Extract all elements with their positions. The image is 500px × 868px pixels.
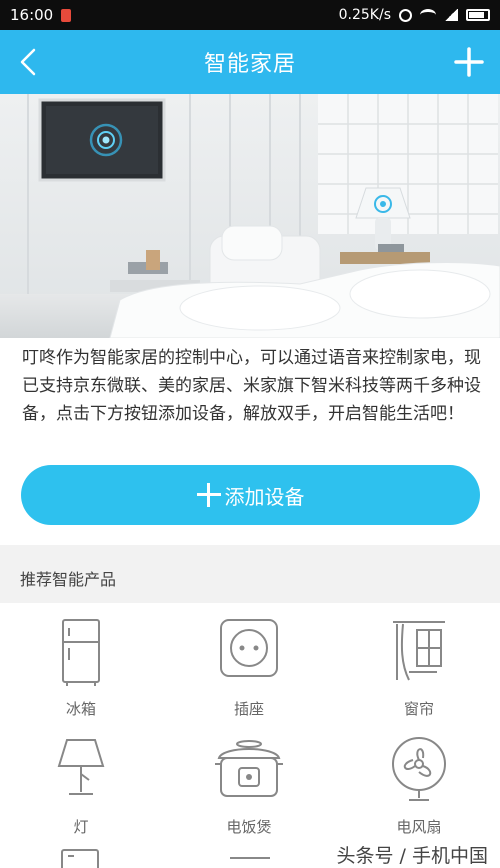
product-rice-cooker[interactable]: 电饭煲: [184, 734, 314, 844]
chevron-left-icon: [20, 48, 36, 76]
curtain-icon: [393, 621, 445, 681]
battery-icon: [466, 9, 490, 21]
add-device-label: 添加设备: [224, 484, 305, 509]
product-refrigerator[interactable]: 冰箱: [16, 616, 146, 726]
back-button[interactable]: [10, 42, 50, 82]
fan-icon: [392, 737, 446, 801]
product-label: 电风扇: [396, 818, 442, 836]
status-right: 0.25K/s: [339, 7, 490, 23]
add-device-button[interactable]: 添加设备: [21, 465, 480, 525]
hero-image: [0, 94, 500, 338]
product-label: 电饭煲: [226, 818, 272, 836]
signal-icon: [444, 9, 458, 21]
product-fan[interactable]: 电风扇: [354, 734, 484, 844]
product-label: 插座: [233, 700, 264, 718]
product-grid: 冰箱 插座 窗帘 灯 电饭煲 电风扇: [0, 610, 500, 868]
watermark: 头条号 / 手机中国: [336, 845, 488, 867]
lamp-icon: [57, 739, 105, 795]
clock: 16:00: [10, 6, 54, 24]
network-speed: 0.25K/s: [338, 7, 391, 23]
product-label: 灯: [73, 818, 89, 836]
page-title: 智能家居: [203, 52, 296, 77]
wifi-icon: [420, 9, 436, 21]
alarm-icon: [399, 8, 412, 22]
product-label: 冰箱: [65, 700, 96, 718]
add-button[interactable]: [450, 43, 488, 81]
product-socket[interactable]: 插座: [184, 616, 314, 726]
product-lamp[interactable]: 灯: [16, 734, 146, 844]
status-bar: 16:00 0.25K/s: [0, 0, 500, 30]
rice-cooker-icon: [215, 740, 283, 797]
status-left: 16:00: [10, 6, 72, 24]
product-curtain[interactable]: 窗帘: [354, 616, 484, 726]
nav-bar: 智能家居: [0, 30, 500, 94]
section-title: 推荐智能产品: [20, 570, 117, 589]
next-row-product-icon: [61, 849, 99, 868]
next-row-product-icon: [230, 857, 270, 859]
power-socket-icon: [220, 619, 278, 677]
product-label: 窗帘: [403, 700, 434, 718]
notification-icon: [61, 8, 72, 22]
living-room-illustration: [0, 94, 500, 338]
refrigerator-icon: [62, 619, 100, 686]
intro-text: 叮咚作为智能家居的控制中心，可以通过语音来控制家电，现已支持京东微联、美的家居、…: [22, 348, 481, 424]
plus-icon: [454, 47, 484, 77]
plus-icon: [196, 483, 221, 507]
